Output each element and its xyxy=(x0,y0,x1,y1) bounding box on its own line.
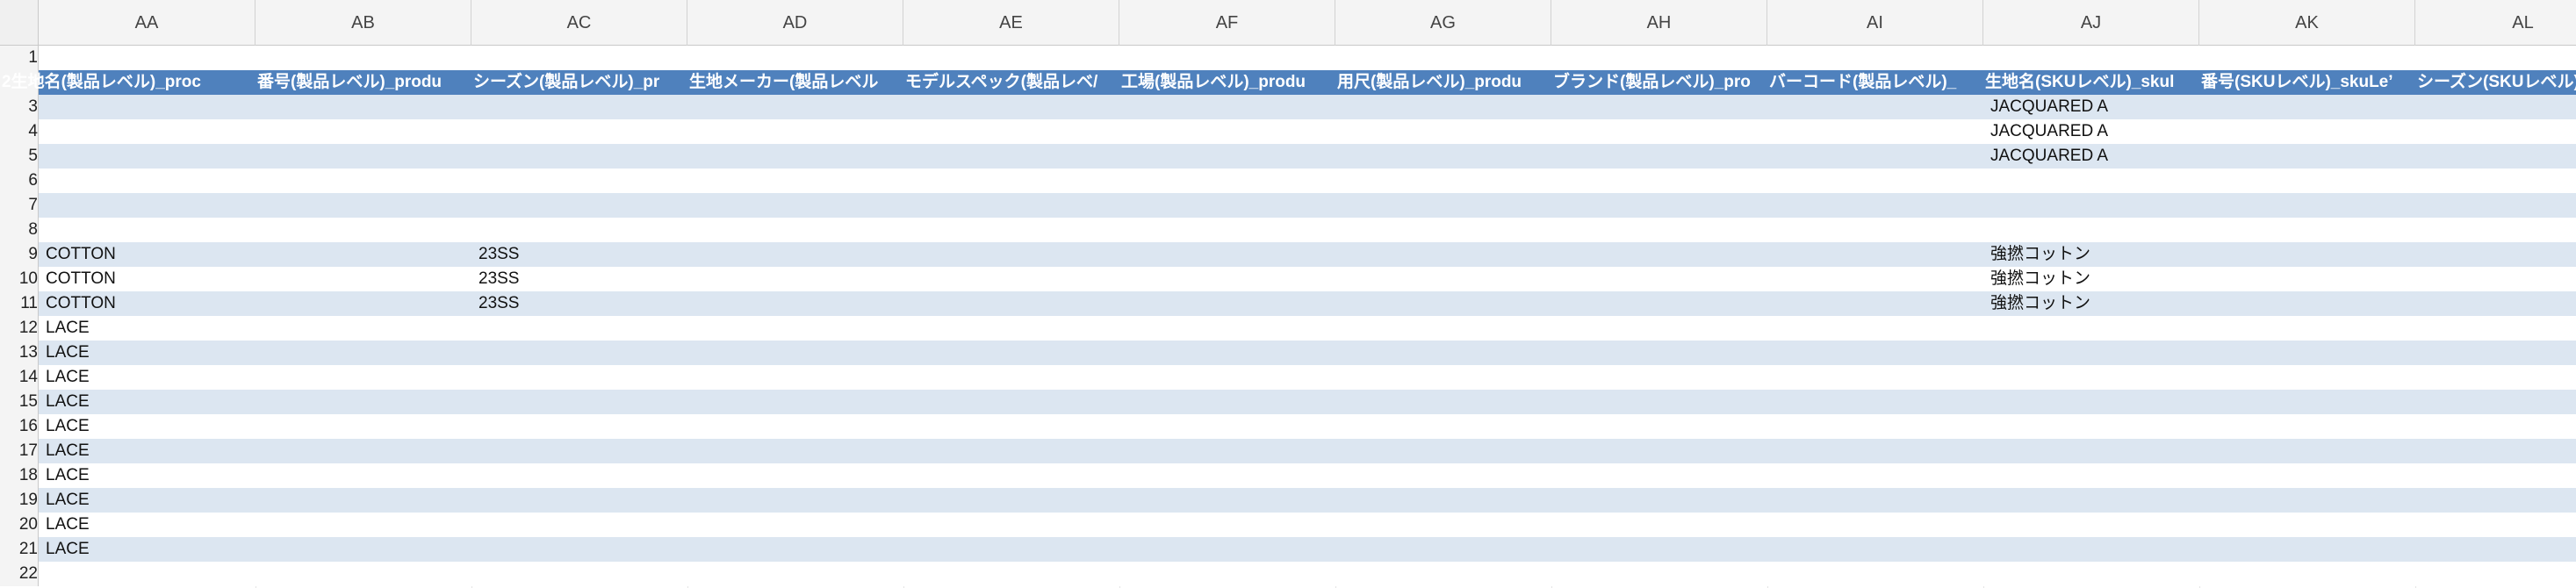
row-header-6[interactable]: 6 xyxy=(0,169,39,193)
table-row: LACE xyxy=(39,390,2576,414)
column-header-AE[interactable]: AE xyxy=(903,0,1119,46)
cell-AJ3[interactable]: JACQUARED A xyxy=(1983,95,2199,119)
table-row xyxy=(39,46,2576,70)
cell-AA14[interactable]: LACE xyxy=(39,365,255,390)
header-cell-AE[interactable]: モデルスペック(製品レベ/ xyxy=(903,70,1119,95)
header-cell-AF[interactable]: 工場(製品レベル)_produ xyxy=(1119,70,1335,95)
column-header-AA[interactable]: AA xyxy=(39,0,255,46)
column-header-AJ[interactable]: AJ xyxy=(1983,0,2199,46)
cell-AJ5[interactable]: JACQUARED A xyxy=(1983,144,2199,169)
table-row: LACE xyxy=(39,513,2576,537)
cell-AA11[interactable]: COTTON xyxy=(39,291,255,316)
select-all-corner[interactable] xyxy=(0,0,39,46)
table-row: LACE xyxy=(39,439,2576,463)
cell-AA16[interactable]: LACE xyxy=(39,414,255,439)
row-header-22[interactable]: 22 xyxy=(0,562,39,586)
cell-AA20[interactable]: LACE xyxy=(39,513,255,537)
table-row: COTTON 23SS 強撚コットン xyxy=(39,267,2576,291)
header-cell-AI[interactable]: バーコード(製品レベル)_ xyxy=(1767,70,1983,95)
column-header-AB[interactable]: AB xyxy=(255,0,471,46)
cell-AA13[interactable]: LACE xyxy=(39,341,255,365)
row-header-11[interactable]: 11 xyxy=(0,291,39,316)
row-header-3[interactable]: 3 xyxy=(0,95,39,119)
header-cell-AC[interactable]: シーズン(製品レベル)_pr xyxy=(471,70,687,95)
column-header-AI[interactable]: AI xyxy=(1767,0,1983,46)
header-cell-AL[interactable]: シーズン(SKUレベル)_ xyxy=(2415,70,2576,95)
table-row xyxy=(39,169,2576,193)
table-row: JACQUARED A xyxy=(39,95,2576,119)
column-header-AL[interactable]: AL xyxy=(2415,0,2576,46)
table-row: LACE xyxy=(39,316,2576,341)
row-header-12[interactable]: 12 xyxy=(0,316,39,341)
cell-AA19[interactable]: LACE xyxy=(39,488,255,513)
row-header-13[interactable]: 13 xyxy=(0,341,39,365)
table-row: LACE xyxy=(39,463,2576,488)
cell-AA17[interactable]: LACE xyxy=(39,439,255,463)
row-header-17[interactable]: 17 xyxy=(0,439,39,463)
cell-AA21[interactable]: LACE xyxy=(39,537,255,562)
row-header-21[interactable]: 21 xyxy=(0,537,39,562)
table-row: LACE xyxy=(39,488,2576,513)
cell-AJ10[interactable]: 強撚コットン xyxy=(1983,267,2199,291)
row-header-15[interactable]: 15 xyxy=(0,390,39,414)
header-cell-AD[interactable]: 生地メーカー(製品レベル xyxy=(687,70,903,95)
header-cell-AK[interactable]: 番号(SKUレベル)_skuLe’ xyxy=(2199,70,2415,95)
row-header-20[interactable]: 20 xyxy=(0,513,39,537)
cell-AJ11[interactable]: 強撚コットン xyxy=(1983,291,2199,316)
table-row: LACE xyxy=(39,537,2576,562)
column-header-AH[interactable]: AH xyxy=(1551,0,1767,46)
table-row xyxy=(39,218,2576,242)
row-header-5[interactable]: 5 xyxy=(0,144,39,169)
cell-AA9[interactable]: COTTON xyxy=(39,242,255,267)
row-header-14[interactable]: 14 xyxy=(0,365,39,390)
row-header-7[interactable]: 7 xyxy=(0,193,39,218)
row-header-18[interactable]: 18 xyxy=(0,463,39,488)
row-header-16[interactable]: 16 xyxy=(0,414,39,439)
header-cell-AJ[interactable]: 生地名(SKUレベル)_skul xyxy=(1983,70,2199,95)
table-row xyxy=(39,562,2576,586)
header-row: 2生地名(製品レベル)_proc 番号(製品レベル)_produ シーズン(製品… xyxy=(2,70,2576,95)
row-header-9[interactable]: 9 xyxy=(0,242,39,267)
header-cell-AH[interactable]: ブランド(製品レベル)_pro xyxy=(1551,70,1767,95)
row-header-10[interactable]: 10 xyxy=(0,267,39,291)
cell-AC11[interactable]: 23SS xyxy=(471,291,687,316)
column-header-AK[interactable]: AK xyxy=(2199,0,2415,46)
table-row xyxy=(39,193,2576,218)
table-row: LACE xyxy=(39,341,2576,365)
header-cell-AB[interactable]: 番号(製品レベル)_produ xyxy=(255,70,471,95)
row-header-8[interactable]: 8 xyxy=(0,218,39,242)
table-row: LACE xyxy=(39,414,2576,439)
column-header-AD[interactable]: AD xyxy=(687,0,903,46)
cell-AJ4[interactable]: JACQUARED A xyxy=(1983,119,2199,144)
table-row: COTTON 23SS 強撚コットン xyxy=(39,291,2576,316)
column-header-bar: AA AB AC AD AE AF AG AH AI AJ AK AL xyxy=(0,0,2576,46)
cell-AJ9[interactable]: 強撚コットン xyxy=(1983,242,2199,267)
row-header-1[interactable]: 1 xyxy=(0,46,39,70)
spreadsheet: AA AB AC AD AE AF AG AH AI AJ AK AL 1 2生… xyxy=(0,0,2576,588)
column-header-AG[interactable]: AG xyxy=(1335,0,1551,46)
header-cell-AA[interactable]: 2生地名(製品レベル)_proc xyxy=(0,70,255,95)
table-row: JACQUARED A xyxy=(39,119,2576,144)
row-header-4[interactable]: 4 xyxy=(0,119,39,144)
cell-AA12[interactable]: LACE xyxy=(39,316,255,341)
cell-AA10[interactable]: COTTON xyxy=(39,267,255,291)
cell-AA18[interactable]: LACE xyxy=(39,463,255,488)
cell-AC9[interactable]: 23SS xyxy=(471,242,687,267)
cell-AC10[interactable]: 23SS xyxy=(471,267,687,291)
row-header-19[interactable]: 19 xyxy=(0,488,39,513)
column-header-AF[interactable]: AF xyxy=(1119,0,1335,46)
table-row: LACE xyxy=(39,365,2576,390)
table-row: JACQUARED A xyxy=(39,144,2576,169)
table-row: COTTON 23SS 強撚コットン xyxy=(39,242,2576,267)
cell-AA15[interactable]: LACE xyxy=(39,390,255,414)
column-header-AC[interactable]: AC xyxy=(471,0,687,46)
header-cell-AG[interactable]: 用尺(製品レベル)_produ xyxy=(1335,70,1551,95)
